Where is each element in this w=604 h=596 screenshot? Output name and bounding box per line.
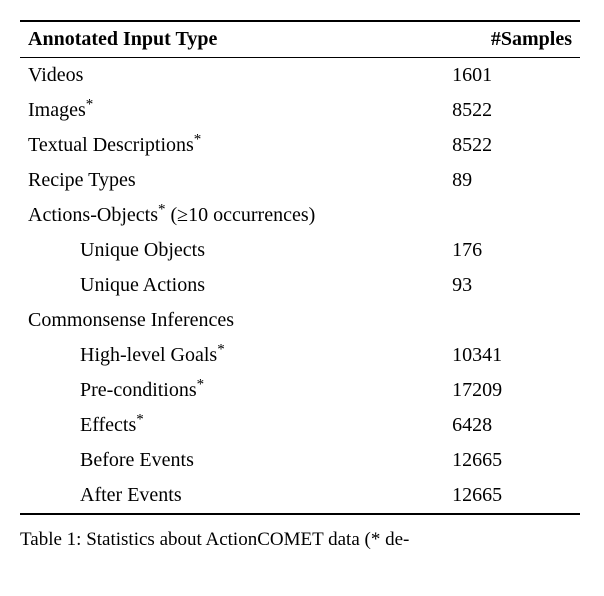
table-row: Pre-conditions* 17209 xyxy=(20,373,580,408)
cell-label: After Events xyxy=(20,478,444,514)
table-caption: Table 1: Statistics about ActionCOMET da… xyxy=(20,529,584,551)
cell-label: Unique Objects xyxy=(20,233,444,268)
table-row: Recipe Types 89 xyxy=(20,163,580,198)
cell-label: Pre-conditions* xyxy=(20,373,444,408)
table-row: Unique Objects 176 xyxy=(20,233,580,268)
cell-value: 12665 xyxy=(444,443,580,478)
cell-label: Textual Descriptions* xyxy=(20,128,444,163)
table-row: Videos 1601 xyxy=(20,58,580,94)
cell-label: Videos xyxy=(20,58,444,94)
cell-label: Effects* xyxy=(20,408,444,443)
cell-value: 93 xyxy=(444,268,580,303)
cell-value xyxy=(444,303,580,338)
table-row: High-level Goals* 10341 xyxy=(20,338,580,373)
cell-value: 8522 xyxy=(444,93,580,128)
statistics-table: Annotated Input Type #Samples Videos 160… xyxy=(20,20,580,515)
cell-value: 17209 xyxy=(444,373,580,408)
cell-label: Actions-Objects* (≥10 occurrences) xyxy=(20,198,444,233)
table-row: Textual Descriptions* 8522 xyxy=(20,128,580,163)
cell-value: 89 xyxy=(444,163,580,198)
cell-value: 12665 xyxy=(444,478,580,514)
table-row: Commonsense Inferences xyxy=(20,303,580,338)
header-input-type: Annotated Input Type xyxy=(20,21,444,58)
table-row: Before Events 12665 xyxy=(20,443,580,478)
cell-label: High-level Goals* xyxy=(20,338,444,373)
table-row: Effects* 6428 xyxy=(20,408,580,443)
table-row: Images* 8522 xyxy=(20,93,580,128)
cell-value xyxy=(444,198,580,233)
cell-value: 6428 xyxy=(444,408,580,443)
cell-value: 176 xyxy=(444,233,580,268)
header-samples: #Samples xyxy=(444,21,580,58)
cell-label: Commonsense Inferences xyxy=(20,303,444,338)
cell-value: 1601 xyxy=(444,58,580,94)
table-row: Actions-Objects* (≥10 occurrences) xyxy=(20,198,580,233)
cell-value: 8522 xyxy=(444,128,580,163)
table-row: Unique Actions 93 xyxy=(20,268,580,303)
table-row: After Events 12665 xyxy=(20,478,580,514)
cell-label: Recipe Types xyxy=(20,163,444,198)
cell-label: Unique Actions xyxy=(20,268,444,303)
cell-value: 10341 xyxy=(444,338,580,373)
cell-label: Before Events xyxy=(20,443,444,478)
cell-label: Images* xyxy=(20,93,444,128)
